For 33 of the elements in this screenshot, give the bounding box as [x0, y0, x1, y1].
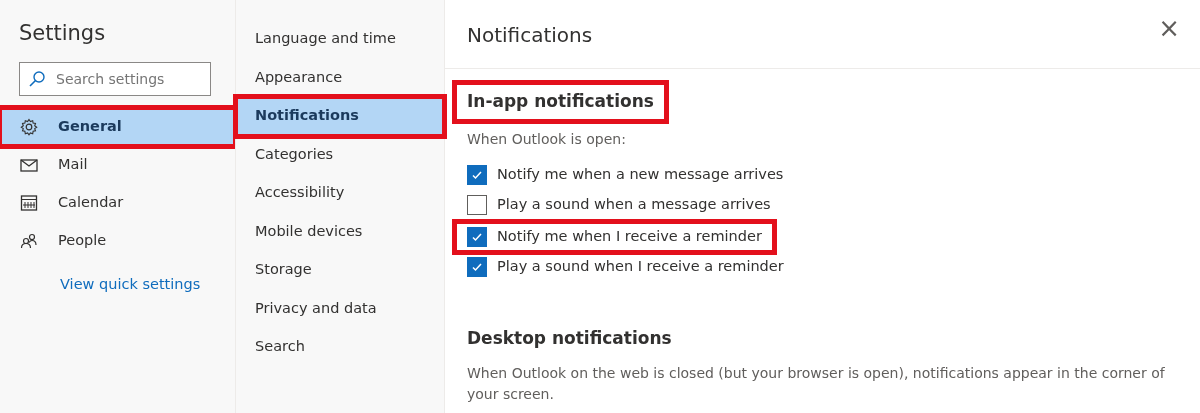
checkbox-option[interactable]: Notify me when a new message arrives: [467, 159, 784, 190]
nav-item[interactable]: Notifications: [236, 97, 444, 136]
nav-item[interactable]: Search: [236, 328, 444, 367]
nav-item[interactable]: Accessibility: [236, 174, 444, 213]
nav-item[interactable]: People: [0, 221, 235, 260]
close-button[interactable]: ×: [1152, 14, 1186, 42]
checkbox[interactable]: [467, 164, 487, 185]
nav-item[interactable]: Storage: [236, 251, 444, 290]
checkbox-option[interactable]: Play a sound when I receive a reminder: [467, 251, 784, 282]
section-description: When Outlook on the web is closed (but your browser is open), notifications appear in the corner of your screen.: [467, 364, 1166, 404]
search-field[interactable]: Search settings: [19, 61, 211, 96]
settings-title: Settings: [19, 20, 107, 47]
calendar-icon: [20, 193, 38, 212]
nav-item[interactable]: General: [0, 107, 235, 146]
nav-item[interactable]: Mobile devices: [236, 212, 444, 251]
nav-item[interactable]: Mail: [0, 145, 235, 184]
section-heading: In-app notifications: [455, 83, 666, 121]
panel-title: Notifications: [467, 22, 593, 49]
section-heading: Desktop notifications: [467, 326, 672, 350]
nav-item[interactable]: Appearance: [236, 58, 444, 97]
nav-item[interactable]: Categories: [236, 135, 444, 174]
checkbox[interactable]: [467, 256, 487, 277]
quick-settings-link[interactable]: View quick settings: [60, 273, 201, 296]
checkbox[interactable]: [467, 194, 487, 215]
checkbox[interactable]: [467, 226, 487, 247]
nav-item[interactable]: Privacy and data: [236, 289, 444, 328]
people-icon: [20, 231, 38, 250]
gear-icon: [20, 117, 38, 136]
checkbox-option[interactable]: Notify me when I receive a reminder: [455, 221, 774, 252]
nav-item[interactable]: Language and time: [236, 20, 444, 59]
checkbox-option[interactable]: Play a sound when a message arrives: [467, 189, 771, 220]
section-description: When Outlook is open:: [467, 129, 627, 149]
nav-item[interactable]: Calendar: [0, 183, 235, 222]
